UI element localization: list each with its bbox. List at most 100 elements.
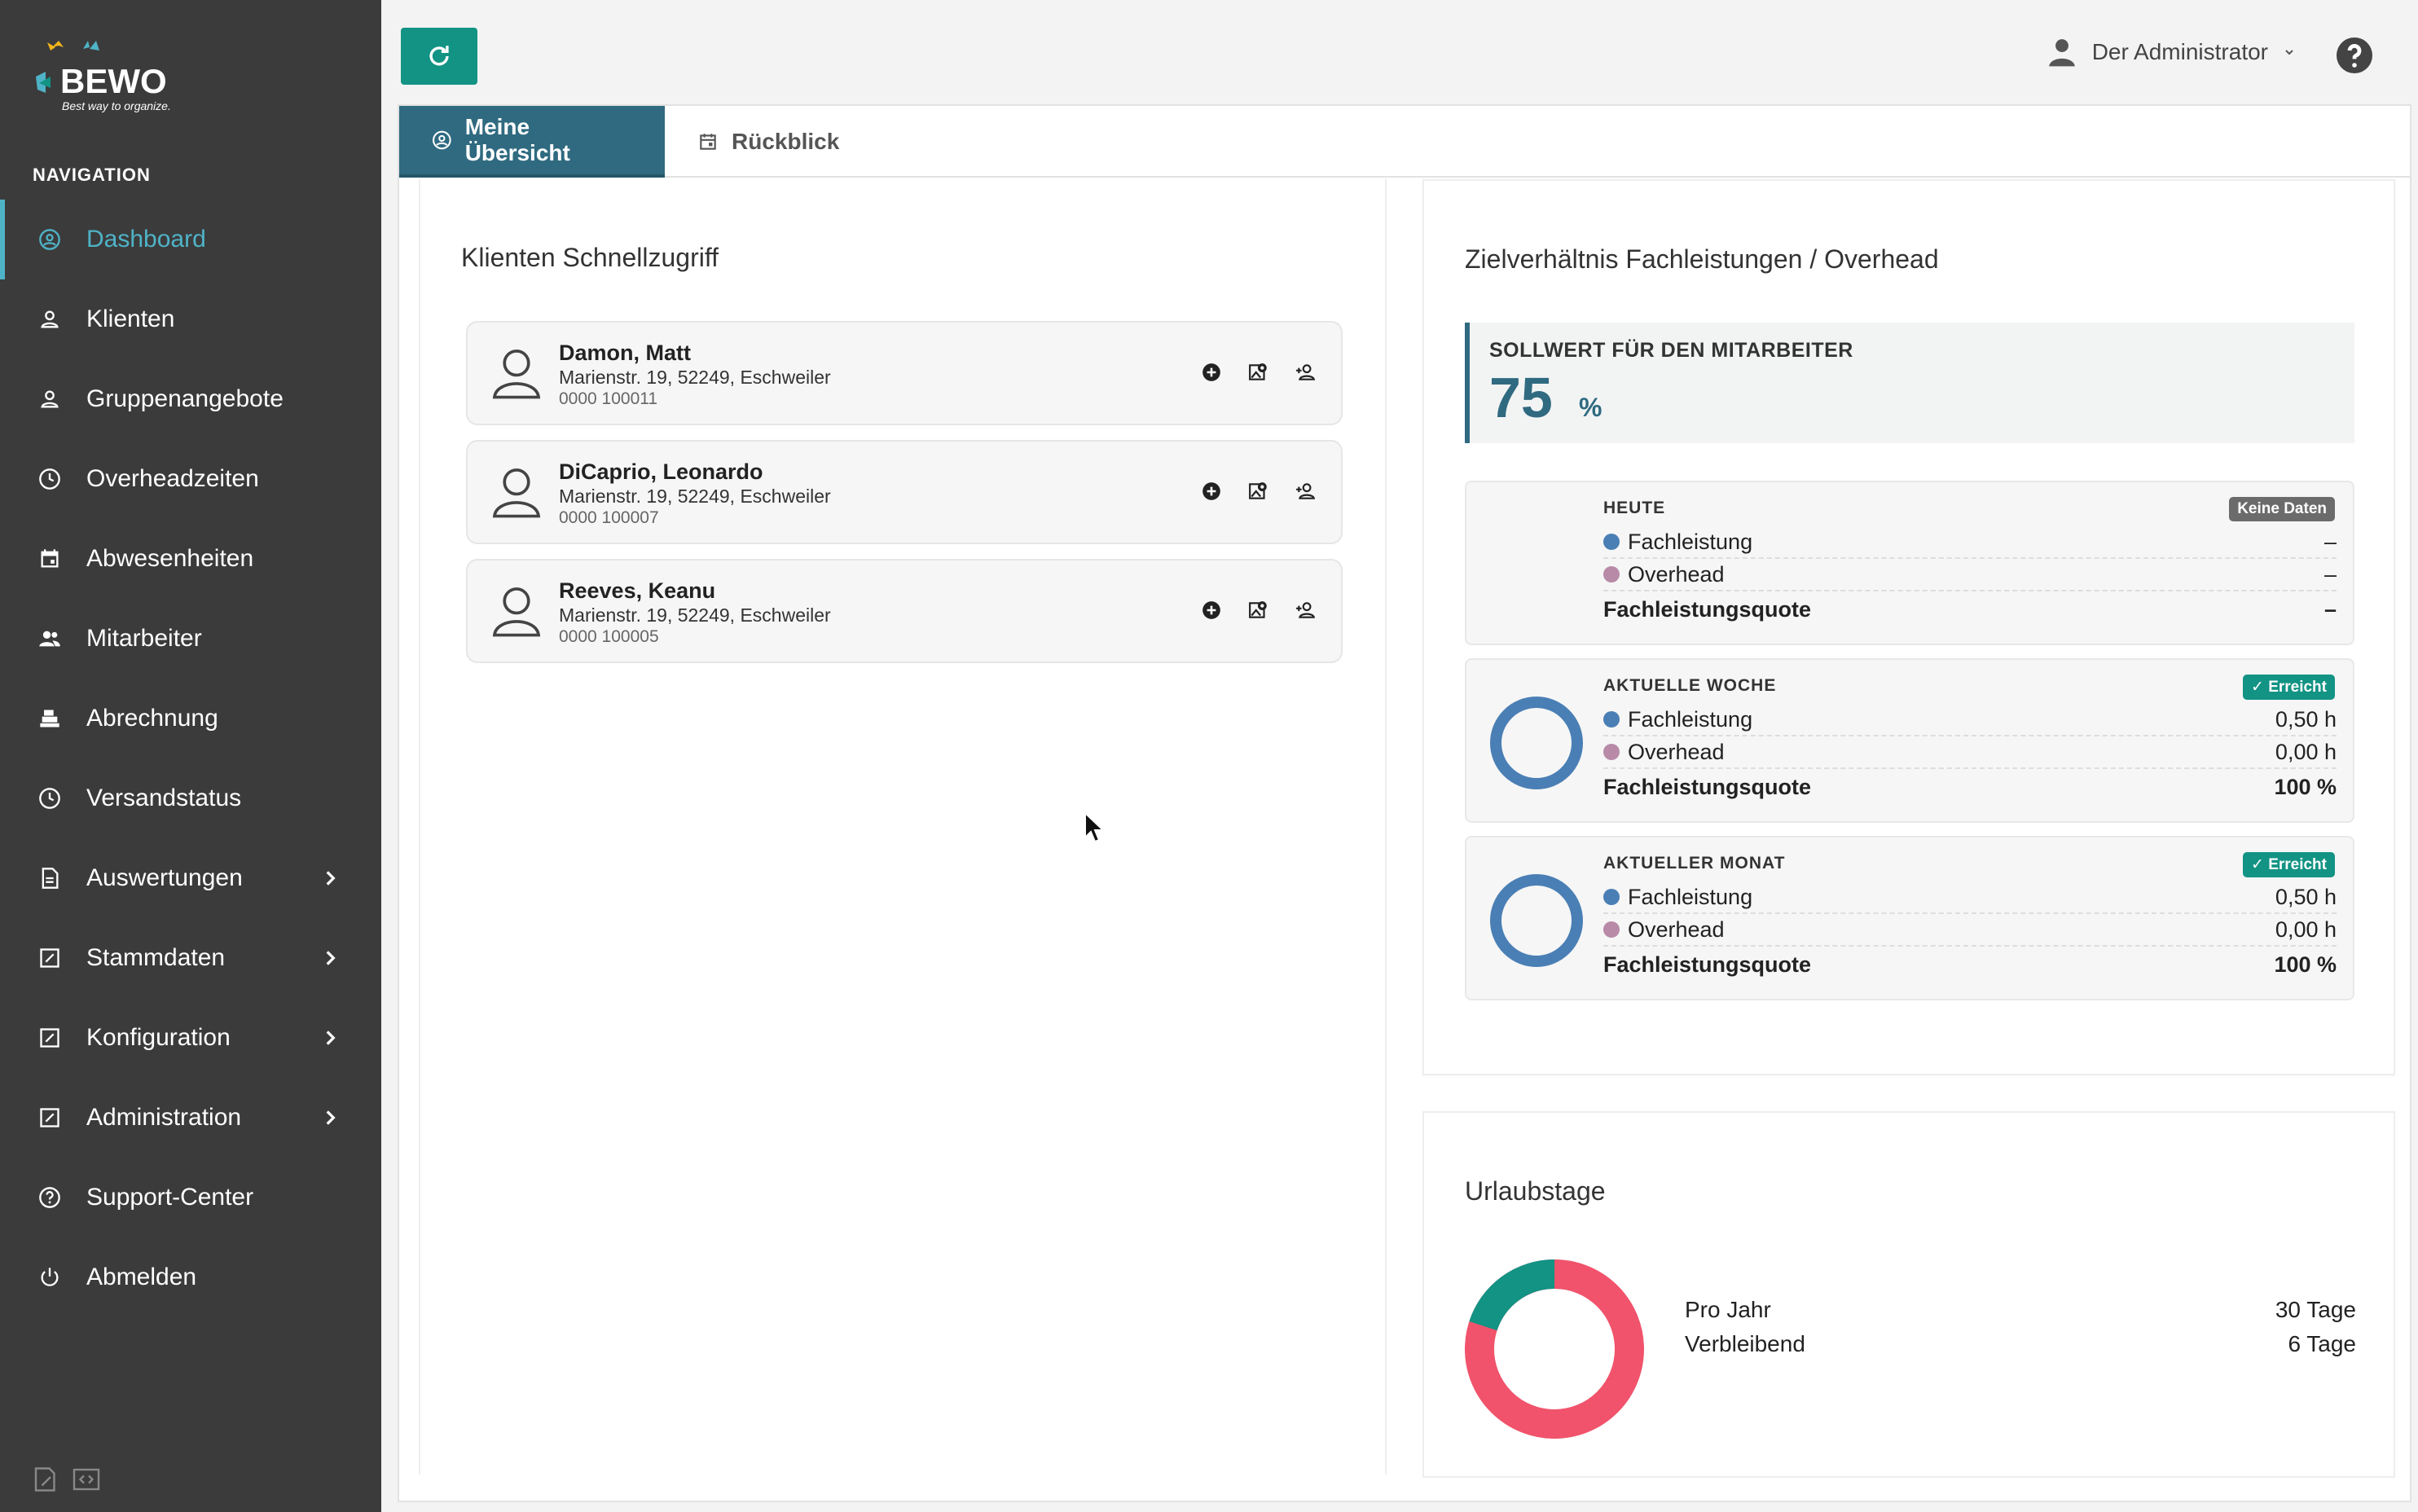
calendar-icon [37,547,62,571]
client-number: 0000 100005 [559,627,659,646]
client-card[interactable]: Reeves, Keanu Marienstr. 19, 52249, Esch… [466,559,1343,663]
user-menu[interactable]: Der Administrator [2047,36,2296,68]
status-badge: ✓ Erreicht [2242,675,2335,700]
fachleistung-label: Fachleistung [1628,706,1753,732]
vacation-remaining-row: Verbleibend 6 Tage [1685,1331,2356,1357]
fachleistung-row: Fachleistung 0,50 h [1603,704,2337,736]
sidebar-item-versandstatus[interactable]: Versandstatus [0,758,381,838]
tab-bar: Meine Übersicht Rückblick [399,106,2410,178]
target-unit: % [1579,393,1602,422]
overhead-label: Overhead [1628,916,1725,942]
sidebar-item-label: Administration [86,1104,242,1131]
help-icon[interactable] [2335,36,2374,75]
remaining-label: Verbleibend [1685,1331,1805,1356]
quote-label: Fachleistungsquote [1603,596,1812,622]
sidebar-item-label: Stammdaten [86,944,226,971]
sidebar-item-gruppenangebote[interactable]: Gruppenangebote [0,359,381,439]
client-name: Reeves, Keanu [559,578,716,603]
bewo-logo[interactable]: BEWO Best way to organize. [31,36,202,117]
quote-row: Fachleistungsquote – [1603,593,2337,626]
sidebar-item-abwesenheiten[interactable]: Abwesenheiten [0,519,381,599]
sidebar-item-konfiguration[interactable]: Konfiguration [0,998,381,1078]
sidebar-item-support-center[interactable]: Support-Center [0,1158,381,1237]
edit-document-icon[interactable] [31,1465,60,1494]
cash-register-icon [37,706,62,731]
client-card[interactable]: DiCaprio, Leonardo Marienstr. 19, 52249,… [466,440,1343,544]
map-pin-icon[interactable] [1248,362,1269,383]
period-label: AKTUELLER MONAT [1603,854,1786,872]
vacation-title: Urlaubstage [1465,1176,1606,1206]
period-today: HEUTE Keine Daten Fachleistung – Overhea… [1465,481,2354,645]
chevron-down-icon [2285,50,2293,55]
overhead-row: Overhead – [1603,559,2337,591]
fachleistung-row: Fachleistung 0,50 h [1603,881,2337,914]
quote-value: 100 % [2274,774,2337,799]
sidebar-item-klienten[interactable]: Klienten [0,279,381,359]
map-pin-icon[interactable] [1248,481,1269,502]
avatar-icon [492,468,541,518]
status-badge: ✓ Erreicht [2242,852,2335,877]
help-circle-icon [37,1185,62,1210]
svg-text:BEWO: BEWO [60,62,167,100]
client-address: Marienstr. 19, 52249, Eschweiler [559,367,831,388]
power-icon [37,1265,62,1290]
client-actions [1201,600,1317,621]
sidebar-item-dashboard[interactable]: Dashboard [0,200,381,279]
clients-title: Klienten Schnellzugriff [461,243,719,272]
overhead-value: – [2323,561,2337,587]
sidebar-item-auswertungen[interactable]: Auswertungen [0,838,381,918]
sidebar-item-label: Overheadzeiten [86,465,259,492]
top-bar: Der Administrator [381,0,2418,104]
chevron-right-icon [326,1110,336,1125]
per-year-label: Pro Jahr [1685,1297,1771,1322]
sidebar-item-mitarbeiter[interactable]: Mitarbeiter [0,599,381,679]
sidebar-item-abmelden[interactable]: Abmelden [0,1237,381,1317]
overhead-dot [1603,744,1620,760]
stats-panel: Zielverhältnis Fachleistungen / Overhead… [1422,179,2395,1478]
nav-heading: NAVIGATION [33,165,151,185]
sidebar-item-abrechnung[interactable]: Abrechnung [0,679,381,758]
per-year-value: 30 Tage [2275,1297,2356,1322]
chevron-right-icon [326,871,336,886]
document-icon [37,866,62,890]
edit-icon [37,1105,62,1130]
overhead-row: Overhead 0,00 h [1603,914,2337,947]
tab-meine-uebersicht[interactable]: Meine Übersicht [399,106,665,178]
sidebar-footer [31,1465,101,1494]
tab-rueckblick[interactable]: Rückblick [665,106,872,178]
avatar-icon [492,349,541,399]
period-label: HEUTE [1603,499,1666,517]
person-add-icon[interactable] [1295,600,1317,621]
fachleistung-dot [1603,889,1620,905]
overhead-dot [1603,921,1620,938]
target-label: SOLLWERT FÜR DEN MITARBEITER [1489,339,1853,362]
quote-value: – [2323,596,2337,622]
sidebar-item-label: Abwesenheiten [86,545,254,572]
overhead-dot [1603,566,1620,582]
add-circle-icon[interactable] [1201,362,1222,383]
person-add-icon[interactable] [1295,362,1317,383]
add-circle-icon[interactable] [1201,600,1222,621]
badge-label: Erreicht [2268,679,2327,696]
map-pin-icon[interactable] [1248,600,1269,621]
month-donut-ring [1490,874,1583,967]
clock-icon [37,467,62,491]
period-month: AKTUELLER MONAT ✓ Erreicht Fachleistung … [1465,836,2354,1000]
add-circle-icon[interactable] [1201,481,1222,502]
sidebar-item-overheadzeiten[interactable]: Overheadzeiten [0,439,381,519]
refresh-button[interactable] [401,28,477,85]
fachleistung-dot [1603,534,1620,550]
mouse-cursor-icon [1084,811,1105,843]
client-name: DiCaprio, Leonardo [559,459,763,484]
vacation-donut-chart [1465,1259,1644,1439]
person-add-icon[interactable] [1295,481,1317,502]
sidebar-item-administration[interactable]: Administration [0,1078,381,1158]
client-address: Marienstr. 19, 52249, Eschweiler [559,486,831,507]
client-number: 0000 100011 [559,389,658,408]
client-card[interactable]: Damon, Matt Marienstr. 19, 52249, Eschwe… [466,321,1343,425]
code-icon[interactable] [72,1465,101,1494]
quote-label: Fachleistungsquote [1603,952,1812,977]
sidebar-item-label: Abrechnung [86,705,218,732]
remaining-value: 6 Tage [2288,1331,2356,1356]
sidebar-item-stammdaten[interactable]: Stammdaten [0,918,381,998]
